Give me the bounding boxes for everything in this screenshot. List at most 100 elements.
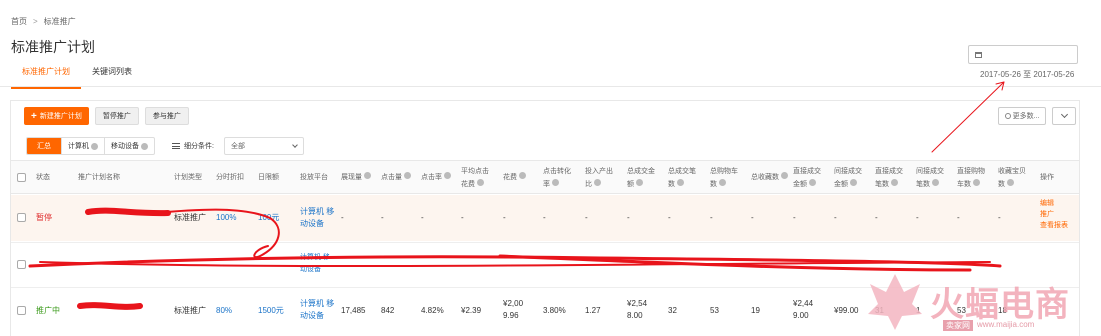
row-cost: - xyxy=(503,213,506,222)
row-ctr: - xyxy=(421,213,424,222)
list-icon xyxy=(172,143,180,149)
row-time-discount[interactable]: 80% xyxy=(216,305,232,317)
row-impressions: 17,485 xyxy=(341,306,366,315)
watermark-sub-brand: 卖家网 xyxy=(943,320,973,331)
row-plan-type: 标准推广 xyxy=(174,306,206,315)
row-ctr: 4.82% xyxy=(421,306,444,315)
header-direct-orders: 直接成交 笔数 xyxy=(875,168,903,188)
chevron-down-icon xyxy=(1060,110,1068,119)
segment-mobile[interactable]: 移动设备 xyxy=(105,138,154,154)
segment-mobile-label: 移动设备 xyxy=(111,143,139,150)
header-direct-carts: 直接购物 车数 xyxy=(957,168,985,188)
toolbar: + 新建推广计划 暂停推广 参与推广 xyxy=(24,107,189,125)
bat-logo-icon xyxy=(868,274,922,330)
row-status: 暂停 xyxy=(36,213,52,222)
row-indirect-gmv: ¥99.00 xyxy=(834,306,859,315)
watermark-sub: 卖家网 www.maijia.com xyxy=(943,320,1034,331)
select-all-checkbox[interactable] xyxy=(17,173,26,182)
more-data-label: 更多数... xyxy=(1012,113,1040,120)
row-daily-limit[interactable]: 100元 xyxy=(258,212,279,224)
filter-select-value: 全部 xyxy=(231,143,245,150)
pause-button[interactable]: 暂停推广 xyxy=(94,107,139,125)
row-orders: 32 xyxy=(668,306,677,315)
header-clicks: 点击量 xyxy=(381,171,411,184)
breadcrumb-current: 标准推广 xyxy=(43,17,76,26)
join-button[interactable]: 参与推广 xyxy=(144,107,189,125)
header-cost: 花费 xyxy=(503,171,526,184)
header-favs: 总收藏数 xyxy=(751,171,788,184)
filter-label: 细分条件: xyxy=(184,143,214,150)
header-platform: 投放平台 xyxy=(300,174,328,181)
header-direct-gmv: 直接成交 金额 xyxy=(793,168,821,188)
header-fav-items: 收藏宝贝数 xyxy=(998,168,1026,188)
new-plan-label: 新建推广计划 xyxy=(39,113,82,120)
header-status: 状态 xyxy=(36,174,50,181)
header-cvr: 点击转化率 xyxy=(543,168,571,188)
row-direct-carts: - xyxy=(957,213,960,222)
watermark-sub-url: www.maijia.com xyxy=(977,320,1035,329)
settings-circle-icon xyxy=(1004,113,1011,119)
header-name: 推广计划名称 xyxy=(78,174,120,181)
edit-link[interactable]: 编辑 xyxy=(1040,200,1054,207)
watermark-text: 火蝠电商 xyxy=(930,284,1070,325)
row-avg-cpc: - xyxy=(461,213,464,222)
row-orders: - xyxy=(668,213,671,222)
header-indirect-orders: 间接成交 笔数 xyxy=(916,168,944,188)
row-direct-gmv: ¥2,44 9.00 xyxy=(793,299,814,320)
row-checkbox[interactable] xyxy=(17,306,26,315)
row-fav-items: - xyxy=(998,213,1001,222)
header-roi: 投入产出比 xyxy=(585,168,613,188)
row-platform[interactable]: 计算机 移动设备 xyxy=(300,206,334,230)
help-icon xyxy=(141,142,148,150)
segment-pc[interactable]: 计算机 xyxy=(62,138,105,154)
row-platform[interactable]: 计算机 移动设备 xyxy=(300,298,334,322)
header-carts: 总购物车数 xyxy=(710,168,738,188)
row-cvr: - xyxy=(543,213,546,222)
row-indirect-orders: - xyxy=(916,213,919,222)
segment-summary[interactable]: 汇总 xyxy=(27,138,62,154)
row-gmv: - xyxy=(627,213,630,222)
row-cost: ¥2,00 9.96 xyxy=(503,299,524,320)
row-clicks: 842 xyxy=(381,306,395,315)
row-favs: - xyxy=(751,213,754,222)
row-time-discount[interactable]: 100% xyxy=(216,212,236,224)
plus-icon: + xyxy=(31,110,37,122)
new-plan-button[interactable]: + 新建推广计划 xyxy=(24,107,89,125)
row-platform[interactable]: 计算机 移动设备 xyxy=(300,252,330,276)
header-avg-cpc: 平均点击 花费 xyxy=(461,168,489,188)
expand-button[interactable] xyxy=(1052,107,1076,125)
row-checkbox[interactable] xyxy=(17,213,26,222)
segment-pc-label: 计算机 xyxy=(68,143,89,150)
header-orders: 总成交笔数 xyxy=(668,168,696,188)
view-report-link[interactable]: 查看报表 xyxy=(1040,222,1068,229)
row-avg-cpc: ¥2.39 xyxy=(461,306,482,315)
filter-select[interactable]: 全部 xyxy=(224,137,304,155)
header-daily-limit: 日限额 xyxy=(258,174,279,181)
header-plan-type: 计划类型 xyxy=(174,174,202,181)
header-gmv: 总成交金额 xyxy=(627,168,655,188)
header-ops: 操作 xyxy=(1040,174,1054,181)
device-segment: 汇总 计算机 移动设备 xyxy=(26,137,155,155)
breadcrumb: 首页 > 标准推广 xyxy=(11,16,76,27)
row-ops: 编辑 推广 查看报表 xyxy=(1040,198,1068,231)
filter-label-group: 细分条件: xyxy=(172,141,214,151)
tab-divider xyxy=(0,86,1101,87)
row-direct-gmv: - xyxy=(793,213,796,222)
more-data-button[interactable]: 更多数... xyxy=(998,107,1046,125)
row-roi: 1.27 xyxy=(585,306,601,315)
row-roi: - xyxy=(585,213,588,222)
row-daily-limit[interactable]: 1500元 xyxy=(258,305,284,317)
header-impressions: 展现量 xyxy=(341,171,371,184)
breadcrumb-separator: > xyxy=(33,17,38,26)
date-picker[interactable] xyxy=(968,45,1078,64)
row-plan-type: 标准推广 xyxy=(174,213,206,222)
header-ctr: 点击率 xyxy=(421,171,451,184)
promote-link[interactable]: 推广 xyxy=(1040,211,1054,218)
breadcrumb-home[interactable]: 首页 xyxy=(11,16,27,27)
calendar-icon xyxy=(975,51,982,58)
row-clicks: - xyxy=(381,213,384,222)
row-direct-orders: - xyxy=(875,213,878,222)
row-checkbox[interactable] xyxy=(17,260,26,269)
header-indirect-gmv: 间接成交 金额 xyxy=(834,168,862,188)
header-time-discount: 分时折扣 xyxy=(216,174,244,181)
